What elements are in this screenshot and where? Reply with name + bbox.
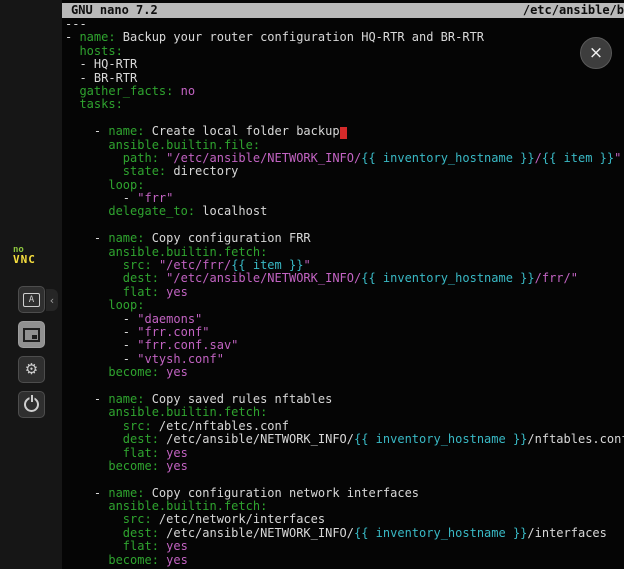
editor-line: - name: Create local folder backup [65,125,624,138]
editor-line: - BR-RTR [65,72,624,85]
editor-line: src: /etc/network/interfaces [65,513,624,526]
control-bar-handle[interactable]: ‹ [46,289,58,311]
editor-line: tasks: [65,98,624,111]
extra-keys-button[interactable]: A [18,286,45,313]
editor-line: dest: "/etc/ansible/NETWORK_INFO/{{ inve… [65,272,624,285]
nano-titlebar: GNU nano 7.2 /etc/ansible/b [62,3,624,18]
editor-line: src: /etc/nftables.conf [65,420,624,433]
nano-file-path: /etc/ansible/b [523,3,624,18]
power-icon [24,397,39,412]
editor-line: flat: yes [65,286,624,299]
editor-line: ansible.builtin.fetch: [65,246,624,259]
vnc-sidebar: no VNC A ⚙ ‹ [0,0,62,569]
close-button[interactable]: × [580,37,612,69]
editor-line: - name: Backup your router configuration… [65,31,624,44]
editor-line: - name: Copy configuration network inter… [65,487,624,500]
text-cursor [340,127,347,139]
novnc-logo-vnc: VNC [13,255,36,265]
extra-keys-icon: A [23,293,40,307]
editor-line: dest: /etc/ansible/NETWORK_INFO/{{ inven… [65,433,624,446]
editor-line: dest: /etc/ansible/NETWORK_INFO/{{ inven… [65,527,624,540]
editor-line: flat: yes [65,447,624,460]
editor-line: become: yes [65,554,624,567]
editor-line: src: "/etc/frr/{{ item }}" [65,259,624,272]
chevron-left-icon: ‹ [50,294,54,307]
editor-line [65,473,624,486]
novnc-logo: no VNC [13,245,49,265]
editor-line [65,380,624,393]
fullscreen-icon [23,328,40,342]
editor-line: - "vtysh.conf" [65,353,624,366]
editor-line: - "frr.conf.sav" [65,339,624,352]
editor-line: - "frr" [65,192,624,205]
editor-line [65,219,624,232]
editor-line: loop: [65,179,624,192]
editor-line: delegate_to: localhost [65,205,624,218]
editor-line: - name: Copy saved rules nftables [65,393,624,406]
nano-version: GNU nano 7.2 [71,3,158,18]
editor-line: ansible.builtin.fetch: [65,500,624,513]
editor-line: become: yes [65,460,624,473]
editor-line: gather_facts: no [65,85,624,98]
editor-line: path: "/etc/ansible/NETWORK_INFO/{{ inve… [65,152,624,165]
gear-icon: ⚙ [25,362,38,377]
editor-lines[interactable]: ---- name: Backup your router configurat… [62,18,624,567]
fullscreen-button[interactable] [18,321,45,348]
editor-line [65,112,624,125]
close-icon: × [589,45,603,62]
editor-line: - "frr.conf" [65,326,624,339]
editor-line: hosts: [65,45,624,58]
editor-line: flat: yes [65,540,624,553]
editor-line: - name: Copy configuration FRR [65,232,624,245]
power-button[interactable] [18,391,45,418]
editor-line: state: directory [65,165,624,178]
editor-line: ansible.builtin.fetch: [65,406,624,419]
editor-line: loop: [65,299,624,312]
editor-line: become: yes [65,366,624,379]
settings-button[interactable]: ⚙ [18,356,45,383]
editor-line: - HQ-RTR [65,58,624,71]
editor-line: - "daemons" [65,313,624,326]
editor-line: ansible.builtin.file: [65,139,624,152]
editor-line: --- [65,18,624,31]
terminal-window[interactable]: GNU nano 7.2 /etc/ansible/b ---- name: B… [62,0,624,569]
